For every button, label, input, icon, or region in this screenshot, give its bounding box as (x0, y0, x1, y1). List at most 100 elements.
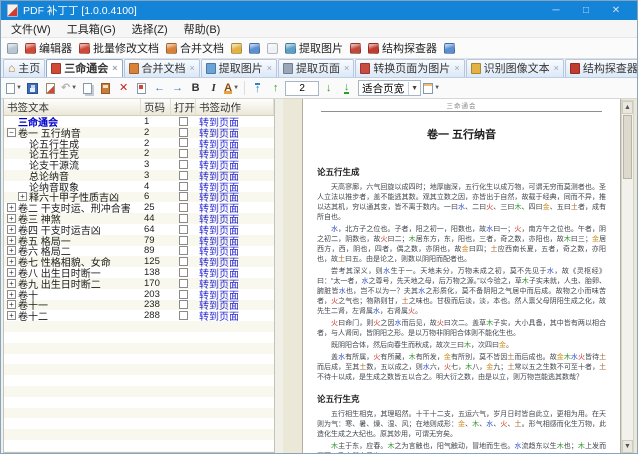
tab-merge-documents[interactable]: 合并文档 × (123, 59, 200, 77)
open-checkbox[interactable] (179, 224, 188, 234)
scroll-down-icon[interactable]: ▼ (622, 440, 633, 453)
ocr-image-text-button[interactable] (229, 42, 244, 55)
open-checkbox[interactable] (179, 278, 188, 288)
shift-left-button[interactable]: ← (151, 80, 168, 97)
open-checkbox[interactable] (179, 300, 188, 310)
open-checkbox[interactable] (179, 192, 188, 202)
page-number-cell: 25 (144, 202, 155, 214)
open-checkbox[interactable] (179, 289, 188, 299)
open-checkbox[interactable] (179, 268, 188, 278)
close-icon[interactable]: × (344, 63, 349, 73)
next-page-button[interactable]: ↓ (320, 80, 337, 97)
open-checkbox[interactable] (179, 235, 188, 245)
open-checkbox[interactable] (179, 246, 188, 256)
quick-toggle-button[interactable] (5, 42, 20, 55)
bookmark-tree-header: 书签文本 页码 打开 书签动作 (4, 99, 274, 116)
tab-ocr-image-text[interactable]: 识别图像文本 × (465, 59, 564, 77)
open-checkbox[interactable] (179, 203, 188, 213)
paste-button[interactable] (97, 80, 114, 97)
column-header-bookmark-text[interactable]: 书签文本 (4, 99, 141, 115)
close-icon[interactable]: × (554, 63, 559, 73)
insert-bookmark-button[interactable] (133, 80, 150, 97)
view-options-button[interactable]: ▼ (422, 80, 441, 97)
ocr-image-text-icon (231, 42, 242, 54)
close-icon[interactable]: × (454, 63, 459, 73)
table-row-empty (4, 407, 274, 419)
extract-pages-button[interactable] (265, 42, 280, 55)
delete-button[interactable]: ✕ (115, 80, 132, 97)
open-checkbox[interactable] (179, 181, 188, 191)
first-page-button[interactable]: ↑ (249, 80, 266, 97)
open-cell (171, 149, 196, 159)
copy-button[interactable] (79, 80, 96, 97)
open-cell (171, 224, 196, 234)
render-icon (360, 62, 371, 74)
page-number-input[interactable] (285, 80, 320, 96)
shift-right-button[interactable]: → (169, 80, 186, 97)
import-info-button[interactable] (442, 42, 457, 55)
column-header-page-number[interactable]: 页码 (141, 99, 171, 115)
open-checkbox[interactable] (179, 149, 188, 159)
goto-page-link[interactable]: 转到页面 (199, 308, 239, 323)
menu-help[interactable]: 帮助(B) (176, 20, 229, 38)
tab-label: 结构探查器 (582, 63, 637, 75)
column-header-bookmark-action[interactable]: 书签动作 (196, 99, 274, 115)
italic-button[interactable]: I (205, 80, 222, 97)
table-row-empty (4, 354, 274, 365)
save-as-button[interactable] (42, 80, 59, 97)
open-checkbox[interactable] (179, 257, 188, 267)
table-row-empty (4, 332, 274, 343)
maximize-button[interactable]: □ (571, 1, 601, 20)
table-row[interactable]: + 卷十二 288 转到页面 (4, 308, 274, 323)
merge-documents-button[interactable]: 合并文档 (164, 39, 226, 57)
menu-select[interactable]: 选择(Z) (124, 20, 176, 38)
open-checkbox[interactable] (179, 116, 188, 126)
open-checkbox[interactable] (179, 127, 188, 137)
extract-images-button[interactable]: 提取图片 (283, 39, 345, 57)
minimize-button[interactable]: ─ (541, 1, 571, 20)
font-color-button[interactable]: A ▼ (223, 80, 240, 97)
patch-document-button[interactable] (348, 42, 363, 55)
table-row-empty (4, 450, 274, 452)
open-checkbox[interactable] (179, 311, 188, 321)
open-cell (171, 192, 196, 202)
bold-button[interactable]: B (187, 80, 204, 97)
scrollbar-thumb[interactable] (623, 115, 632, 179)
structure-inspector-button[interactable]: 结构探查器 (366, 39, 439, 57)
tab-extract-pages[interactable]: 提取页面 × (278, 59, 355, 77)
render-pages-button[interactable] (247, 42, 262, 55)
open-checkbox[interactable] (179, 160, 188, 170)
close-icon[interactable]: × (190, 63, 195, 73)
window-title: PDF 补丁丁 [1.0.0.4100] (23, 5, 137, 17)
save-button[interactable] (24, 80, 41, 97)
close-icon[interactable]: × (267, 63, 272, 73)
editor-button[interactable]: 编辑器 (23, 39, 74, 57)
expand-icon[interactable]: + (7, 311, 16, 321)
tab-home[interactable]: ⌂ 主页 (3, 59, 46, 77)
menu-toolbox[interactable]: 工具箱(G) (59, 20, 124, 38)
tab-render-pages[interactable]: 转换页面为图片 × (355, 59, 465, 77)
last-page-button[interactable]: ↓ (338, 80, 355, 97)
preview-scrollbar[interactable]: ▲ ▼ (621, 100, 634, 453)
close-button[interactable]: ✕ (601, 1, 631, 20)
batch-modify-button[interactable]: 批量修改文档 (77, 39, 161, 57)
panel-splitter[interactable] (275, 99, 283, 453)
open-checkbox[interactable] (179, 214, 188, 224)
open-checkbox[interactable] (179, 170, 188, 180)
arrow-left-icon: ← (154, 81, 166, 94)
tab-sanmingtonghui[interactable]: 三命通会 × (46, 59, 123, 77)
page-number-cell: 64 (144, 223, 155, 235)
scroll-up-icon[interactable]: ▲ (622, 101, 633, 114)
tab-extract-images[interactable]: 提取图片 × (200, 59, 278, 77)
open-checkbox[interactable] (179, 138, 188, 148)
tab-structure-inspector[interactable]: 结构探查器× (564, 59, 637, 77)
close-icon[interactable]: × (112, 63, 117, 73)
menu-file[interactable]: 文件(W) (3, 20, 59, 38)
new-document-button[interactable]: ▼ (5, 80, 23, 97)
section-heading: 论五行生克 (317, 394, 360, 404)
scrollbar-track[interactable] (622, 180, 633, 440)
zoom-mode-select[interactable]: 适合页宽 ▼ (358, 80, 422, 96)
previous-page-button[interactable]: ↑ (267, 80, 284, 97)
column-header-open[interactable]: 打开 (171, 99, 196, 115)
undo-button[interactable]: ↶ ▼ (60, 80, 78, 97)
